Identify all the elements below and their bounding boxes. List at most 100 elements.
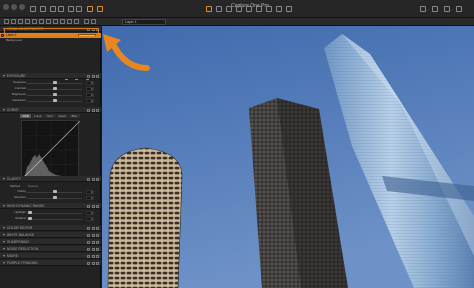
- straighten-tool-icon[interactable]: [236, 6, 242, 12]
- slider-value-field[interactable]: 0: [86, 86, 94, 91]
- import-icon[interactable]: [30, 6, 36, 12]
- tab-green[interactable]: Green: [56, 114, 68, 118]
- section-menu-icon[interactable]: [96, 241, 99, 244]
- rotate-left-icon[interactable]: [68, 6, 74, 12]
- compare-icon[interactable]: [456, 6, 462, 12]
- help-icon[interactable]: [87, 234, 90, 237]
- slider-value-field[interactable]: 0: [86, 216, 94, 221]
- section-menu-icon[interactable]: [96, 178, 99, 181]
- brush-tool-icon[interactable]: [266, 6, 272, 12]
- reset-section-icon[interactable]: [91, 109, 95, 112]
- slider-value-field[interactable]: 0: [86, 210, 94, 215]
- exposure-header[interactable]: EXPOSURE: [0, 73, 101, 79]
- annotation-tool-icon[interactable]: [286, 6, 292, 12]
- reset-section-icon[interactable]: [91, 262, 95, 265]
- rotate-right-icon[interactable]: [76, 6, 82, 12]
- layer-dropdown[interactable]: Layer 1: [122, 19, 166, 25]
- metadata-tab-icon[interactable]: [60, 19, 65, 24]
- help-icon[interactable]: [87, 178, 90, 181]
- section-menu-icon[interactable]: [96, 109, 99, 112]
- crop-tool-icon[interactable]: [226, 6, 232, 12]
- help-icon[interactable]: [87, 75, 90, 78]
- adjustments-tab-icon[interactable]: [53, 19, 58, 24]
- section-menu-icon[interactable]: [96, 75, 99, 78]
- clarity-header[interactable]: CLARITY: [0, 176, 101, 182]
- tab-red[interactable]: Red: [44, 114, 56, 118]
- moire-header[interactable]: MOIRE: [0, 253, 101, 259]
- capture-icon[interactable]: [40, 6, 46, 12]
- section-menu-icon[interactable]: [96, 262, 99, 265]
- help-icon[interactable]: [87, 255, 90, 258]
- slider-value-field[interactable]: 0: [86, 80, 94, 85]
- zoom-window-button[interactable]: [19, 4, 25, 10]
- slider-knob[interactable]: [52, 99, 57, 102]
- grid-view-icon[interactable]: [420, 6, 426, 12]
- multi-view-icon[interactable]: [91, 19, 96, 24]
- lens-tab-icon[interactable]: [18, 19, 23, 24]
- reset-section-icon[interactable]: [91, 205, 95, 208]
- details-tab-icon[interactable]: [39, 19, 44, 24]
- reset-section-icon[interactable]: [91, 234, 95, 237]
- single-view-icon[interactable]: [84, 19, 89, 24]
- slider-value-field[interactable]: 0: [86, 195, 94, 200]
- reset-section-icon[interactable]: [91, 241, 95, 244]
- close-window-button[interactable]: [3, 4, 9, 10]
- reset-section-icon[interactable]: [91, 227, 95, 230]
- color-editor-header[interactable]: COLOR EDITOR: [0, 225, 101, 231]
- slider-value-field[interactable]: 0: [86, 98, 94, 103]
- section-menu-icon[interactable]: [96, 248, 99, 251]
- cursor-tool-icon[interactable]: [206, 6, 212, 12]
- help-icon[interactable]: [87, 205, 90, 208]
- section-menu-icon[interactable]: [96, 205, 99, 208]
- picker-tool-icon[interactable]: [276, 6, 282, 12]
- slider-knob[interactable]: [52, 190, 57, 193]
- purple-fringing-header[interactable]: PURPLE FRINGING: [0, 260, 101, 266]
- local-adjustments-tab-icon[interactable]: [46, 19, 51, 24]
- exposure-tab-icon[interactable]: [32, 19, 37, 24]
- keystone-tool-icon[interactable]: [246, 6, 252, 12]
- reset-section-icon[interactable]: [91, 248, 95, 251]
- capture-tab-icon[interactable]: [11, 19, 16, 24]
- image-viewer[interactable]: [102, 26, 474, 288]
- slider-track[interactable]: [27, 212, 82, 214]
- help-icon[interactable]: [87, 248, 90, 251]
- slider-value-field[interactable]: 0: [86, 92, 94, 97]
- tab-luma[interactable]: Luma: [32, 114, 44, 118]
- slider-knob[interactable]: [52, 93, 57, 96]
- curve-graph[interactable]: [21, 120, 81, 180]
- noise-reduction-header[interactable]: NOISE REDUCTION: [0, 246, 101, 252]
- layer-row-background[interactable]: Background: [6, 38, 22, 42]
- redo-icon[interactable]: [58, 6, 64, 12]
- section-menu-icon[interactable]: [96, 255, 99, 258]
- slider-track[interactable]: [27, 218, 82, 220]
- curve-header[interactable]: CURVE: [0, 107, 101, 113]
- help-icon[interactable]: [87, 109, 90, 112]
- minimize-window-button[interactable]: [11, 4, 17, 10]
- tab-blue[interactable]: Blue: [68, 114, 81, 118]
- library-tab-icon[interactable]: [4, 19, 9, 24]
- color-tab-icon[interactable]: [25, 19, 30, 24]
- white-balance-header[interactable]: WHITE BALANCE: [0, 232, 101, 238]
- reset-icon[interactable]: [87, 6, 93, 12]
- slider-knob[interactable]: [27, 211, 32, 214]
- proof-icon[interactable]: [432, 6, 438, 12]
- help-icon[interactable]: [87, 262, 90, 265]
- pan-tool-icon[interactable]: [216, 6, 222, 12]
- reset-section-icon[interactable]: [91, 75, 95, 78]
- section-menu-icon[interactable]: [96, 234, 99, 237]
- section-menu-icon[interactable]: [96, 227, 99, 230]
- tab-rgb[interactable]: RGB: [20, 114, 32, 118]
- slider-knob[interactable]: [27, 217, 32, 220]
- reset-section-icon[interactable]: [91, 255, 95, 258]
- slider-value-field[interactable]: 0: [86, 189, 94, 194]
- slider-knob[interactable]: [52, 196, 57, 199]
- slider-knob[interactable]: [52, 87, 57, 90]
- hdr-header[interactable]: HIGH DYNAMIC RANGE: [0, 203, 101, 209]
- output-tab-icon[interactable]: [67, 19, 72, 24]
- undo-icon[interactable]: [50, 6, 56, 12]
- help-icon[interactable]: [87, 241, 90, 244]
- reset-section-icon[interactable]: [91, 178, 95, 181]
- method-dropdown[interactable]: Natural: [28, 184, 38, 188]
- sharpening-header[interactable]: SHARPENING: [0, 239, 101, 245]
- batch-tab-icon[interactable]: [74, 19, 79, 24]
